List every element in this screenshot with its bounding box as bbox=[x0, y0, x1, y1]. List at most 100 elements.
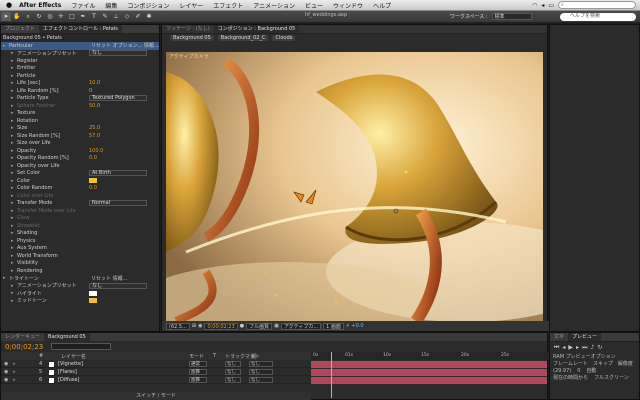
channel-icon[interactable]: ● bbox=[240, 323, 244, 329]
puppet-tool-icon[interactable]: ✱ bbox=[144, 12, 154, 21]
skip-input[interactable]: 0 bbox=[577, 368, 580, 375]
tab-project[interactable]: プロジェクト bbox=[1, 25, 39, 33]
mask-tool-icon[interactable]: □ bbox=[67, 12, 77, 21]
tab-timeline-comp[interactable]: Background 05 bbox=[44, 333, 90, 341]
layer-name[interactable]: [Diffuse] bbox=[58, 377, 79, 383]
effect-property-row[interactable]: ▸ Emitter bbox=[1, 65, 159, 73]
zoom-tool-icon[interactable]: ⌕ bbox=[23, 12, 33, 21]
effect-property-row[interactable]: ▸ Color over Life bbox=[1, 192, 159, 200]
effect-property-row[interactable]: ▸ トライトーン リセット 情報... bbox=[1, 275, 159, 283]
switch-mode-toggle[interactable]: スイッチ / モード bbox=[1, 392, 311, 400]
camera-tool-icon[interactable]: ◎ bbox=[45, 12, 55, 21]
effect-property-row[interactable]: ▸ Transfer Mode Normal bbox=[1, 200, 159, 208]
layer-mode-select[interactable]: 通常 bbox=[189, 360, 207, 367]
menu-composition[interactable]: コンポジション bbox=[122, 1, 174, 10]
parent-select[interactable]: なし bbox=[249, 376, 273, 383]
effect-property-row[interactable]: ▸ ミッドトーン bbox=[1, 297, 159, 305]
menu-layer[interactable]: レイヤー bbox=[174, 1, 208, 10]
rotate-tool-icon[interactable]: ↻ bbox=[34, 12, 44, 21]
effect-property-row[interactable]: ▸ Opacity over Life bbox=[1, 162, 159, 170]
play-icon[interactable]: ▶ bbox=[568, 344, 573, 352]
tab-effect-controls[interactable]: エフェクトコントロール : Petals bbox=[39, 25, 122, 33]
snapshot-icon[interactable]: ◉ bbox=[198, 323, 202, 329]
property-dropdown[interactable]: なし bbox=[89, 282, 147, 289]
property-value[interactable]: リセット オプション... 情報... bbox=[91, 42, 159, 49]
effect-property-row[interactable]: ▸ Glow bbox=[1, 215, 159, 223]
effect-property-row[interactable]: ▸ Rendering bbox=[1, 267, 159, 275]
exposure-value[interactable]: +0.0 bbox=[351, 323, 363, 329]
viewer-timecode[interactable]: 0;00;02;23 bbox=[204, 322, 238, 330]
property-value[interactable]: リセット 情報... bbox=[91, 275, 127, 282]
pan-behind-tool-icon[interactable]: ✛ bbox=[56, 12, 66, 21]
from-current-checkbox[interactable]: 現在の時間から bbox=[553, 375, 588, 382]
track-matte-select[interactable]: なし bbox=[225, 368, 241, 375]
audio-toggle-icon[interactable]: ▹ bbox=[13, 377, 16, 383]
effect-property-row[interactable]: ▸ Color Random 0.0 bbox=[1, 185, 159, 193]
layer-duration-bar[interactable] bbox=[311, 368, 547, 376]
effect-property-row[interactable]: ▸ Physics bbox=[1, 237, 159, 245]
effect-property-row[interactable]: ▸ Size 25.0 bbox=[1, 125, 159, 133]
effect-property-row[interactable]: ▸ Life Random [%] 0 bbox=[1, 87, 159, 95]
effect-property-row[interactable]: ▸ Sphere Feather 50.0 bbox=[1, 102, 159, 110]
effect-property-row[interactable]: ▸ Set Color At Birth bbox=[1, 170, 159, 178]
loop-icon[interactable]: ↻ bbox=[597, 344, 602, 352]
parent-select[interactable]: なし bbox=[249, 360, 273, 367]
tab-character[interactable]: 文字 bbox=[550, 333, 568, 341]
battery-icon[interactable]: ▭ bbox=[548, 2, 554, 9]
menu-file[interactable]: ファイル bbox=[66, 1, 100, 10]
menu-edit[interactable]: 編集 bbox=[100, 1, 122, 10]
clone-tool-icon[interactable]: ⊥ bbox=[111, 12, 121, 21]
property-value[interactable]: 0.0 bbox=[89, 155, 97, 161]
resolution-select[interactable]: 自動 bbox=[586, 368, 596, 375]
property-dropdown[interactable]: At Birth bbox=[89, 170, 147, 177]
prev-frame-icon[interactable]: ◂ bbox=[562, 344, 565, 352]
roto-brush-icon[interactable]: ✐ bbox=[133, 12, 143, 21]
visibility-eye-icon[interactable]: ◉ bbox=[4, 369, 8, 375]
wifi-icon[interactable]: ◠ bbox=[532, 2, 537, 9]
selection-tool-icon[interactable]: ➤ bbox=[1, 12, 11, 21]
fullscreen-checkbox[interactable]: フルスクリーン bbox=[594, 375, 629, 382]
effect-property-row[interactable]: ▸ Streaklet bbox=[1, 222, 159, 230]
views-select[interactable]: 1 画面 bbox=[323, 322, 344, 330]
menu-view[interactable]: ビュー bbox=[300, 1, 328, 10]
resolution-select[interactable]: フル画質 bbox=[246, 322, 273, 330]
camera-select[interactable]: アクティブカ... bbox=[280, 322, 322, 330]
help-search-input[interactable]: ヘルプを検索 bbox=[560, 13, 636, 21]
menu-help[interactable]: ヘルプ bbox=[368, 1, 396, 10]
audio-toggle-icon[interactable]: ▹ bbox=[13, 369, 16, 375]
layer-name[interactable]: [Vignette] bbox=[58, 361, 83, 367]
property-value[interactable]: 0 bbox=[89, 88, 92, 94]
tab-render-queue[interactable]: レンダーキュー bbox=[1, 333, 44, 341]
effect-property-row[interactable]: ▸ Shading bbox=[1, 230, 159, 238]
property-dropdown[interactable]: Textured Polygon bbox=[89, 95, 147, 102]
track-matte-select[interactable]: なし bbox=[225, 376, 241, 383]
time-ruler[interactable]: 0s 01s 10s 15s 20s 25s bbox=[311, 352, 549, 360]
property-dropdown[interactable]: なし bbox=[89, 50, 147, 57]
property-value[interactable]: 100.0 bbox=[89, 148, 103, 154]
effect-property-row[interactable]: ▸ World Transform bbox=[1, 252, 159, 260]
effect-property-row[interactable]: ▸ Texture bbox=[1, 110, 159, 118]
property-value[interactable]: 0.0 bbox=[89, 185, 97, 191]
next-frame-icon[interactable]: ▸ bbox=[576, 344, 579, 352]
effect-property-row[interactable]: ▸ Size Random [%] 57.0 bbox=[1, 132, 159, 140]
zoom-select[interactable]: (62.5... bbox=[166, 322, 190, 330]
effect-property-row[interactable]: ▸ Rotation bbox=[1, 117, 159, 125]
pen-tool-icon[interactable]: ✒ bbox=[78, 12, 88, 21]
effect-property-row[interactable]: ▸ Register bbox=[1, 57, 159, 65]
timeline-layer-row[interactable]: ◉ ▹ 5 [Flares] 加算 なし なし bbox=[1, 368, 547, 376]
effect-property-row[interactable]: ▸ アニメーションプリセット なし bbox=[1, 50, 159, 58]
property-value[interactable]: 10.0 bbox=[89, 80, 100, 86]
composition-canvas[interactable]: アクティブカメラ bbox=[166, 52, 543, 321]
effect-property-row[interactable]: ▸ Opacity Random [%] 0.0 bbox=[1, 155, 159, 163]
effect-property-row[interactable]: ▸ Life [sec] 10.0 bbox=[1, 80, 159, 88]
layer-name[interactable]: [Flares] bbox=[58, 369, 77, 375]
visibility-eye-icon[interactable]: ◉ bbox=[4, 361, 8, 367]
effect-property-row[interactable]: ▸ Particle bbox=[1, 72, 159, 80]
last-frame-icon[interactable]: ⏭ bbox=[582, 344, 587, 352]
effect-property-row[interactable]: ▸ Visibility bbox=[1, 260, 159, 268]
grid-icon[interactable]: ⊞ bbox=[192, 323, 196, 329]
eraser-tool-icon[interactable]: ◇ bbox=[122, 12, 132, 21]
audio-icon[interactable]: ♪ bbox=[590, 344, 594, 352]
current-time-indicator[interactable] bbox=[331, 352, 332, 398]
apple-menu-icon[interactable]: ● bbox=[0, 1, 17, 9]
